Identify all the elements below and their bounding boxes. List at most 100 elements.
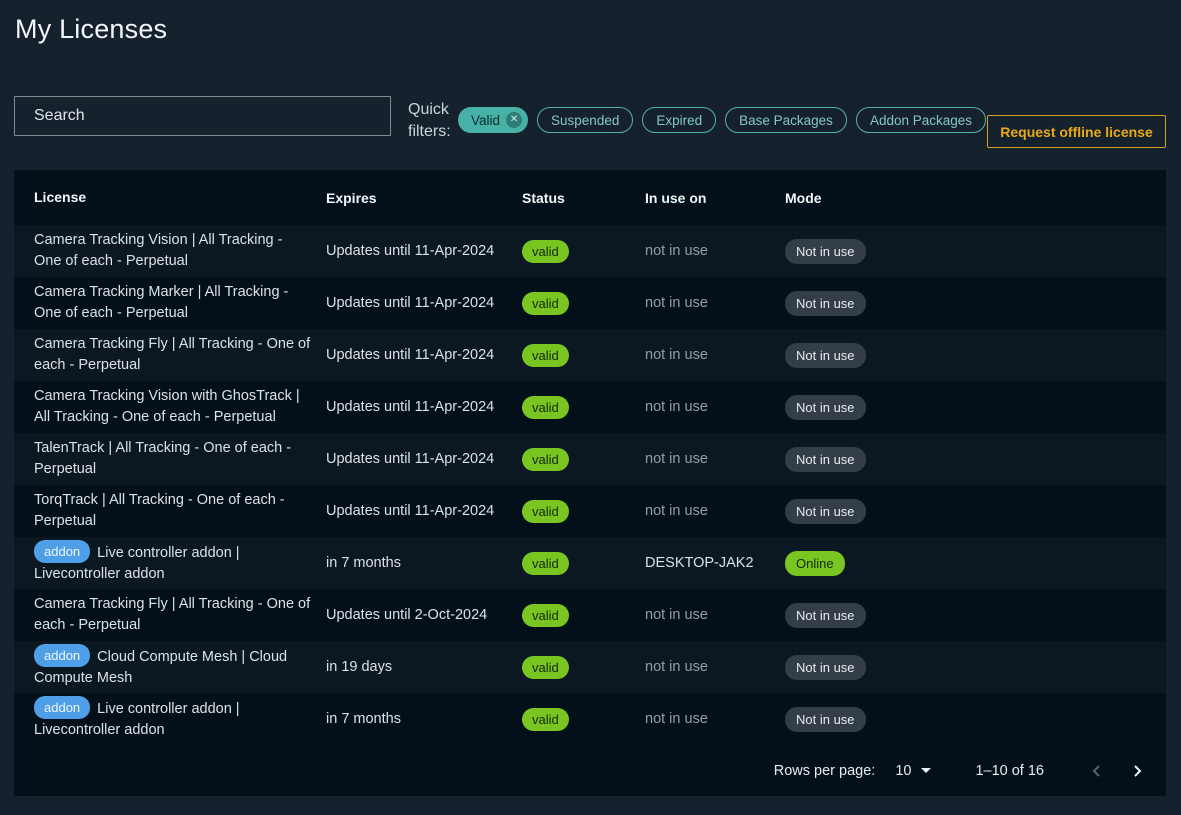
table-row[interactable]: addonCloud Compute Mesh | Cloud Compute …	[14, 641, 1166, 693]
mode-cell: Not in use	[785, 291, 1146, 316]
expires-cell: Updates until 11-Apr-2024	[326, 399, 522, 415]
status-badge: valid	[522, 292, 569, 315]
filter-chip-expired[interactable]: Expired	[642, 107, 716, 133]
column-header-in-use-on: In use on	[645, 190, 785, 206]
expires-cell: Updates until 11-Apr-2024	[326, 503, 522, 519]
chevron-right-icon	[1130, 764, 1144, 778]
table-row[interactable]: Camera Tracking Vision with GhosTrack | …	[14, 381, 1166, 433]
mode-cell: Not in use	[785, 603, 1146, 628]
mode-badge: Not in use	[785, 499, 866, 524]
mode-badge: Not in use	[785, 655, 866, 680]
table-pagination: Rows per page: 10 1–10 of 16	[14, 745, 1166, 796]
remove-filter-icon[interactable]: ✕	[506, 112, 522, 128]
status-badge: valid	[522, 552, 569, 575]
status-cell: valid	[522, 552, 645, 575]
expires-cell: in 19 days	[326, 659, 522, 675]
filter-chip-valid[interactable]: Valid ✕	[458, 107, 528, 133]
license-name: TorqTrack | All Tracking - One of each -…	[34, 492, 285, 529]
table-row[interactable]: TorqTrack | All Tracking - One of each -…	[14, 485, 1166, 537]
table-row[interactable]: Camera Tracking Fly | All Tracking - One…	[14, 589, 1166, 641]
license-name: Camera Tracking Fly | All Tracking - One…	[34, 336, 310, 373]
filter-chip-valid-label: Valid	[471, 113, 500, 128]
mode-cell: Not in use	[785, 707, 1146, 732]
status-badge: valid	[522, 604, 569, 627]
status-cell: valid	[522, 500, 645, 523]
status-badge: valid	[522, 396, 569, 419]
table-body: Camera Tracking Vision | All Tracking - …	[14, 225, 1166, 745]
in-use-on-cell: not in use	[645, 659, 785, 675]
license-name: TalenTrack | All Tracking - One of each …	[34, 440, 291, 477]
expires-cell: Updates until 11-Apr-2024	[326, 451, 522, 467]
in-use-on-cell: DESKTOP-JAK2	[645, 555, 785, 571]
license-cell: Camera Tracking Fly | All Tracking - One…	[34, 334, 326, 376]
expires-cell: Updates until 11-Apr-2024	[326, 347, 522, 363]
page-title: My Licenses	[15, 14, 167, 45]
addon-badge: addon	[34, 696, 90, 719]
license-cell: Camera Tracking Vision with GhosTrack | …	[34, 386, 326, 428]
license-cell: Camera Tracking Fly | All Tracking - One…	[34, 594, 326, 636]
expires-cell: in 7 months	[326, 711, 522, 727]
status-cell: valid	[522, 604, 645, 627]
mode-cell: Not in use	[785, 499, 1146, 524]
mode-cell: Not in use	[785, 239, 1146, 264]
expires-cell: in 7 months	[326, 555, 522, 571]
status-badge: valid	[522, 240, 569, 263]
status-cell: valid	[522, 656, 645, 679]
mode-badge: Not in use	[785, 343, 866, 368]
expires-cell: Updates until 2-Oct-2024	[326, 607, 522, 623]
status-cell: valid	[522, 396, 645, 419]
table-header: License Expires Status In use on Mode	[14, 170, 1166, 225]
license-name: Camera Tracking Marker | All Tracking - …	[34, 284, 288, 321]
license-cell: addonCloud Compute Mesh | Cloud Compute …	[34, 645, 326, 689]
rows-per-page-select[interactable]: 10	[893, 759, 933, 783]
license-cell: Camera Tracking Marker | All Tracking - …	[34, 282, 326, 324]
license-name: Camera Tracking Vision with GhosTrack | …	[34, 388, 300, 425]
mode-badge: Not in use	[785, 291, 866, 316]
status-badge: valid	[522, 708, 569, 731]
request-offline-license-button[interactable]: Request offline license	[987, 115, 1166, 148]
previous-page-button[interactable]	[1084, 758, 1110, 784]
table-row[interactable]: Camera Tracking Fly | All Tracking - One…	[14, 329, 1166, 381]
pagination-range: 1–10 of 16	[975, 763, 1044, 779]
in-use-on-cell: not in use	[645, 295, 785, 311]
mode-cell: Not in use	[785, 447, 1146, 472]
table-row[interactable]: Camera Tracking Marker | All Tracking - …	[14, 277, 1166, 329]
chevron-left-icon	[1090, 764, 1104, 778]
status-cell: valid	[522, 448, 645, 471]
license-cell: TalenTrack | All Tracking - One of each …	[34, 438, 326, 480]
status-badge: valid	[522, 500, 569, 523]
filter-chip-suspended[interactable]: Suspended	[537, 107, 633, 133]
status-cell: valid	[522, 708, 645, 731]
chevron-down-icon	[921, 768, 931, 773]
status-cell: valid	[522, 344, 645, 367]
quick-filters-label: Quick filters:	[408, 99, 460, 143]
license-cell: TorqTrack | All Tracking - One of each -…	[34, 490, 326, 532]
status-badge: valid	[522, 448, 569, 471]
next-page-button[interactable]	[1124, 758, 1150, 784]
in-use-on-cell: not in use	[645, 607, 785, 623]
mode-badge: Not in use	[785, 707, 866, 732]
table-row[interactable]: TalenTrack | All Tracking - One of each …	[14, 433, 1166, 485]
mode-cell: Not in use	[785, 395, 1146, 420]
mode-badge: Online	[785, 551, 845, 576]
filter-chip-base-packages[interactable]: Base Packages	[725, 107, 847, 133]
search-input[interactable]	[14, 96, 391, 136]
mode-badge: Not in use	[785, 603, 866, 628]
licenses-table: License Expires Status In use on Mode Ca…	[14, 170, 1166, 796]
table-row[interactable]: addonLive controller addon | Livecontrol…	[14, 537, 1166, 589]
table-row[interactable]: Camera Tracking Vision | All Tracking - …	[14, 225, 1166, 277]
status-cell: valid	[522, 292, 645, 315]
license-name: Camera Tracking Vision | All Tracking - …	[34, 232, 282, 269]
license-name: Camera Tracking Fly | All Tracking - One…	[34, 596, 310, 633]
expires-cell: Updates until 11-Apr-2024	[326, 243, 522, 259]
quick-filter-chips: Valid ✕ Suspended Expired Base Packages …	[458, 107, 986, 133]
status-badge: valid	[522, 656, 569, 679]
filter-chip-addon-packages[interactable]: Addon Packages	[856, 107, 986, 133]
mode-cell: Not in use	[785, 343, 1146, 368]
column-header-license: License	[34, 187, 326, 208]
in-use-on-cell: not in use	[645, 399, 785, 415]
license-cell: addonLive controller addon | Livecontrol…	[34, 541, 326, 585]
mode-cell: Not in use	[785, 655, 1146, 680]
addon-badge: addon	[34, 540, 90, 563]
table-row[interactable]: addonLive controller addon | Livecontrol…	[14, 693, 1166, 745]
